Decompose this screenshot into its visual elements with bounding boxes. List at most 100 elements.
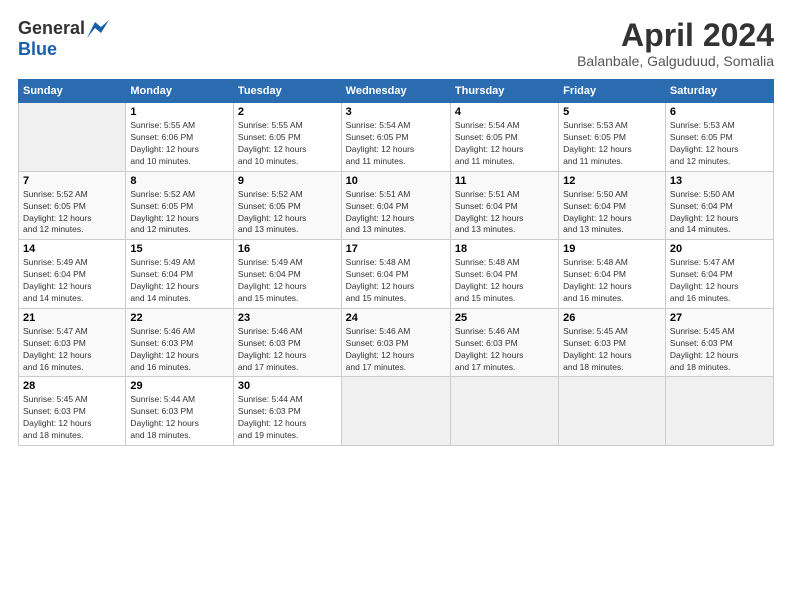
day-number: 18	[455, 243, 554, 255]
day-info: Sunrise: 5:46 AM Sunset: 6:03 PM Dayligh…	[238, 326, 337, 374]
table-row: 3 Sunrise: 5:54 AM Sunset: 6:05 PM Daylig…	[341, 103, 450, 172]
day-number: 8	[130, 175, 229, 187]
day-number: 16	[238, 243, 337, 255]
col-monday: Monday	[126, 80, 234, 103]
col-saturday: Saturday	[665, 80, 773, 103]
table-row: 25 Sunrise: 5:46 AM Sunset: 6:03 PM Dayli…	[450, 308, 558, 377]
header-row: Sunday Monday Tuesday Wednesday Thursday…	[19, 80, 774, 103]
day-info: Sunrise: 5:53 AM Sunset: 6:05 PM Dayligh…	[563, 120, 661, 168]
table-row: 24Sunrise: 5:46 AM Sunset: 6:03 PM Dayli…	[341, 308, 450, 377]
table-row: 15 Sunrise: 5:49 AM Sunset: 6:04 PM Dayli…	[126, 240, 234, 309]
calendar-week-1: 1Sunrise: 5:55 AM Sunset: 6:06 PM Daylig…	[19, 103, 774, 172]
day-number: 21	[23, 312, 121, 324]
table-row: 26 Sunrise: 5:45 AM Sunset: 6:03 PM Dayli…	[559, 308, 666, 377]
day-number: 5	[563, 106, 661, 118]
table-row: 9 Sunrise: 5:52 AM Sunset: 6:05 PM Daylig…	[233, 171, 341, 240]
table-row: 12 Sunrise: 5:50 AM Sunset: 6:04 PM Dayli…	[559, 171, 666, 240]
page: General Blue April 2024 Balanbale, Galgu…	[0, 0, 792, 612]
day-number: 29	[130, 380, 229, 392]
day-number: 3	[346, 106, 446, 118]
day-info: Sunrise: 5:50 AM Sunset: 6:04 PM Dayligh…	[670, 189, 769, 237]
table-row: 17 Sunrise: 5:48 AM Sunset: 6:04 PM Dayli…	[341, 240, 450, 309]
day-number: 26	[563, 312, 661, 324]
table-row: 16 Sunrise: 5:49 AM Sunset: 6:04 PM Dayli…	[233, 240, 341, 309]
day-info: Sunrise: 5:53 AM Sunset: 6:05 PM Dayligh…	[670, 120, 769, 168]
day-info: Sunrise: 5:50 AM Sunset: 6:04 PM Dayligh…	[563, 189, 661, 237]
day-info: Sunrise: 5:45 AM Sunset: 6:03 PM Dayligh…	[563, 326, 661, 374]
calendar-table: Sunday Monday Tuesday Wednesday Thursday…	[18, 79, 774, 446]
day-info: Sunrise: 5:55 AM Sunset: 6:05 PM Dayligh…	[238, 120, 337, 168]
subtitle: Balanbale, Galguduud, Somalia	[577, 53, 774, 69]
day-info: Sunrise: 5:46 AM Sunset: 6:03 PM Dayligh…	[455, 326, 554, 374]
day-number: 14	[23, 243, 121, 255]
day-number: 10	[346, 175, 446, 187]
day-number: 20	[670, 243, 769, 255]
day-number: 12	[563, 175, 661, 187]
table-row: 11 Sunrise: 5:51 AM Sunset: 6:04 PM Dayli…	[450, 171, 558, 240]
calendar-week-2: 7 Sunrise: 5:52 AM Sunset: 6:05 PM Daylig…	[19, 171, 774, 240]
table-row: 22 Sunrise: 5:46 AM Sunset: 6:03 PM Dayli…	[126, 308, 234, 377]
day-number: 19	[563, 243, 661, 255]
table-row: 28Sunrise: 5:45 AM Sunset: 6:03 PM Dayli…	[19, 377, 126, 446]
day-number: 22	[130, 312, 229, 324]
day-number: 17	[346, 243, 446, 255]
month-title: April 2024	[577, 18, 774, 53]
day-info: Sunrise: 5:52 AM Sunset: 6:05 PM Dayligh…	[23, 189, 121, 237]
day-info: Sunrise: 5:48 AM Sunset: 6:04 PM Dayligh…	[455, 257, 554, 305]
table-row: 13Sunrise: 5:50 AM Sunset: 6:04 PM Dayli…	[665, 171, 773, 240]
logo-blue-text: Blue	[18, 39, 57, 60]
day-number: 7	[23, 175, 121, 187]
day-number: 1	[130, 106, 229, 118]
day-info: Sunrise: 5:52 AM Sunset: 6:05 PM Dayligh…	[238, 189, 337, 237]
table-row: 21 Sunrise: 5:47 AM Sunset: 6:03 PM Dayli…	[19, 308, 126, 377]
day-info: Sunrise: 5:44 AM Sunset: 6:03 PM Dayligh…	[130, 394, 229, 442]
table-row: 20 Sunrise: 5:47 AM Sunset: 6:04 PM Dayli…	[665, 240, 773, 309]
day-info: Sunrise: 5:45 AM Sunset: 6:03 PM Dayligh…	[23, 394, 121, 442]
day-number: 11	[455, 175, 554, 187]
day-info: Sunrise: 5:47 AM Sunset: 6:03 PM Dayligh…	[23, 326, 121, 374]
table-row: 10 Sunrise: 5:51 AM Sunset: 6:04 PM Dayli…	[341, 171, 450, 240]
day-info: Sunrise: 5:51 AM Sunset: 6:04 PM Dayligh…	[455, 189, 554, 237]
day-info: Sunrise: 5:46 AM Sunset: 6:03 PM Dayligh…	[130, 326, 229, 374]
day-number: 23	[238, 312, 337, 324]
table-row: 8 Sunrise: 5:52 AM Sunset: 6:05 PM Daylig…	[126, 171, 234, 240]
table-row: 6 Sunrise: 5:53 AM Sunset: 6:05 PM Daylig…	[665, 103, 773, 172]
day-number: 6	[670, 106, 769, 118]
calendar-week-4: 21 Sunrise: 5:47 AM Sunset: 6:03 PM Dayli…	[19, 308, 774, 377]
day-info: Sunrise: 5:47 AM Sunset: 6:04 PM Dayligh…	[670, 257, 769, 305]
table-row	[19, 103, 126, 172]
day-number: 9	[238, 175, 337, 187]
header: General Blue April 2024 Balanbale, Galgu…	[18, 18, 774, 69]
logo-bird-icon	[87, 20, 109, 38]
col-wednesday: Wednesday	[341, 80, 450, 103]
table-row: 14 Sunrise: 5:49 AM Sunset: 6:04 PM Dayli…	[19, 240, 126, 309]
table-row: 19 Sunrise: 5:48 AM Sunset: 6:04 PM Dayli…	[559, 240, 666, 309]
day-info: Sunrise: 5:52 AM Sunset: 6:05 PM Dayligh…	[130, 189, 229, 237]
day-info: Sunrise: 5:48 AM Sunset: 6:04 PM Dayligh…	[563, 257, 661, 305]
table-row: 1Sunrise: 5:55 AM Sunset: 6:06 PM Daylig…	[126, 103, 234, 172]
day-info: Sunrise: 5:49 AM Sunset: 6:04 PM Dayligh…	[23, 257, 121, 305]
table-row: 18 Sunrise: 5:48 AM Sunset: 6:04 PM Dayli…	[450, 240, 558, 309]
calendar-week-3: 14 Sunrise: 5:49 AM Sunset: 6:04 PM Dayli…	[19, 240, 774, 309]
day-info: Sunrise: 5:48 AM Sunset: 6:04 PM Dayligh…	[346, 257, 446, 305]
table-row	[450, 377, 558, 446]
day-info: Sunrise: 5:49 AM Sunset: 6:04 PM Dayligh…	[130, 257, 229, 305]
day-number: 25	[455, 312, 554, 324]
day-info: Sunrise: 5:51 AM Sunset: 6:04 PM Dayligh…	[346, 189, 446, 237]
table-row	[559, 377, 666, 446]
table-row	[665, 377, 773, 446]
day-info: Sunrise: 5:49 AM Sunset: 6:04 PM Dayligh…	[238, 257, 337, 305]
day-info: Sunrise: 5:54 AM Sunset: 6:05 PM Dayligh…	[346, 120, 446, 168]
col-thursday: Thursday	[450, 80, 558, 103]
table-row: 27Sunrise: 5:45 AM Sunset: 6:03 PM Dayli…	[665, 308, 773, 377]
day-number: 30	[238, 380, 337, 392]
table-row: 5 Sunrise: 5:53 AM Sunset: 6:05 PM Daylig…	[559, 103, 666, 172]
table-row: 23 Sunrise: 5:46 AM Sunset: 6:03 PM Dayli…	[233, 308, 341, 377]
day-info: Sunrise: 5:45 AM Sunset: 6:03 PM Dayligh…	[670, 326, 769, 374]
table-row: 29 Sunrise: 5:44 AM Sunset: 6:03 PM Dayli…	[126, 377, 234, 446]
logo: General Blue	[18, 18, 109, 60]
calendar-week-5: 28Sunrise: 5:45 AM Sunset: 6:03 PM Dayli…	[19, 377, 774, 446]
title-section: April 2024 Balanbale, Galguduud, Somalia	[577, 18, 774, 69]
day-info: Sunrise: 5:46 AM Sunset: 6:03 PM Dayligh…	[346, 326, 446, 374]
day-number: 15	[130, 243, 229, 255]
